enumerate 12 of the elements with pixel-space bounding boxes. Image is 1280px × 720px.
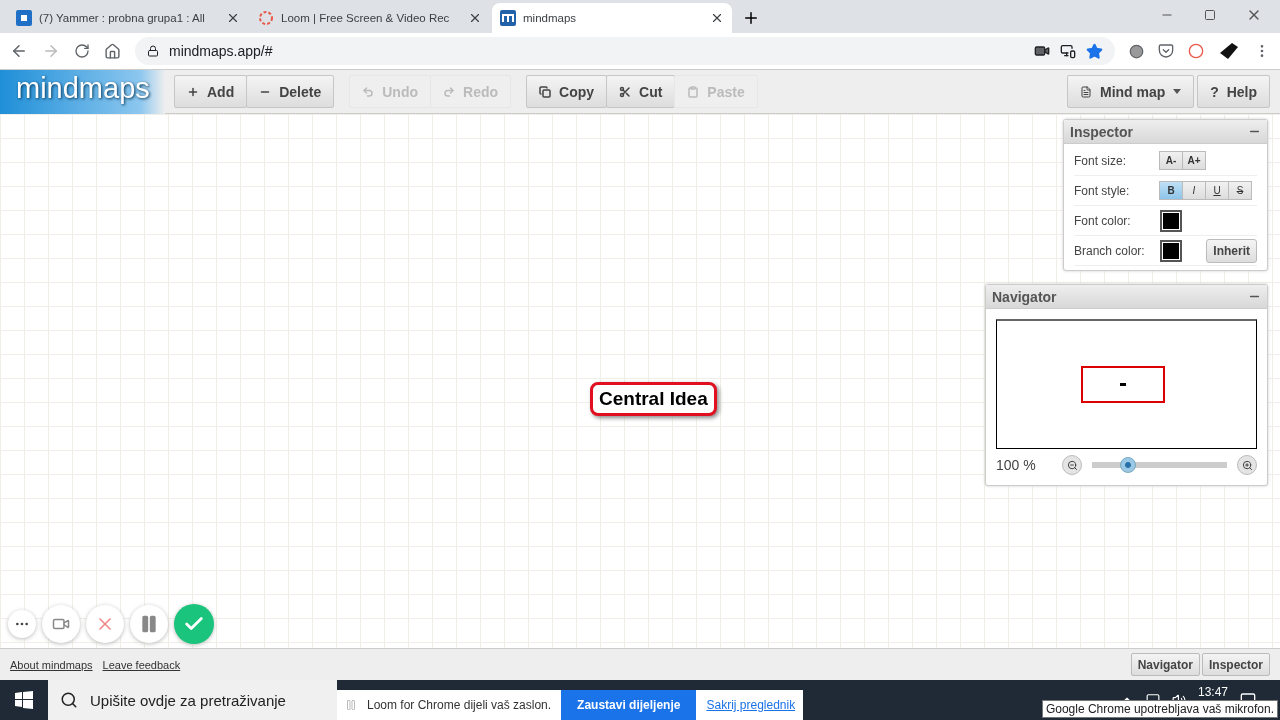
url-text: mindmaps.app/# [169,43,273,59]
field-label: Branch color: [1074,243,1146,258]
panel-title: Navigator [992,288,1057,305]
field-label: Font size: [1074,153,1128,168]
search-placeholder: Upišite ovdje za pretraživanje [90,691,286,709]
microphone-tooltip: Google Chrome upotrebljava vaš mikrofon. [1041,700,1278,718]
field-label: Font style: [1074,183,1131,198]
app-logo: mindmaps [0,69,165,114]
sharing-message: Loom for Chrome dijeli vaš zaslon. [367,698,552,712]
field-label: Font color: [1074,213,1132,228]
zoom-level: 100 % [996,457,1037,473]
panel-title: Inspector [1070,123,1133,140]
